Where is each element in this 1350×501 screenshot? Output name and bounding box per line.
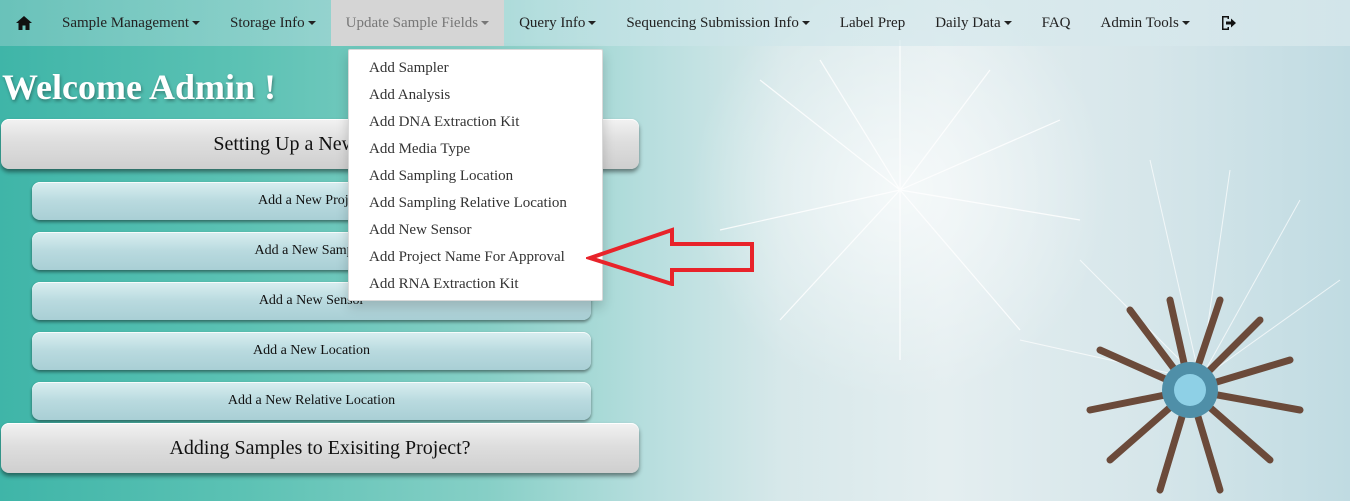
nav-query-info[interactable]: Query Info — [504, 0, 611, 46]
nav-storage-info-label: Storage Info — [230, 14, 305, 31]
chevron-down-icon — [307, 21, 316, 25]
welcome-heading: Welcome Admin ! — [2, 67, 276, 107]
logout-icon — [1221, 16, 1236, 30]
chevron-down-icon — [192, 21, 201, 25]
nav-sequencing-submission-info[interactable]: Sequencing Submission Info — [611, 0, 825, 46]
add-new-location-button[interactable]: Add a New Location — [32, 332, 591, 370]
red-arrow-annotation — [586, 227, 754, 286]
dropdown-item-add-project-name-for-approval[interactable]: Add Project Name For Approval — [349, 244, 602, 271]
dropdown-item-add-sampling-relative-location[interactable]: Add Sampling Relative Location — [349, 190, 602, 217]
chevron-down-icon — [1003, 21, 1012, 25]
add-new-relative-location-button[interactable]: Add a New Relative Location — [32, 382, 591, 420]
nav-daily-data-label: Daily Data — [935, 14, 1001, 31]
nav-faq[interactable]: FAQ — [1027, 0, 1086, 46]
dropdown-item-add-media-type[interactable]: Add Media Type — [349, 136, 602, 163]
nav-update-sample-fields-label: Update Sample Fields — [345, 14, 479, 31]
nav-update-sample-fields[interactable]: Update Sample Fields — [330, 0, 505, 46]
chevron-down-icon — [588, 21, 597, 25]
chevron-down-icon — [1181, 21, 1190, 25]
top-navbar: Sample Management Storage Info Update Sa… — [0, 0, 1350, 46]
update-sample-fields-dropdown: Add Sampler Add Analysis Add DNA Extract… — [348, 49, 603, 301]
nav-logout[interactable] — [1205, 0, 1252, 46]
nav-admin-tools-label: Admin Tools — [1100, 14, 1179, 31]
dropdown-item-add-rna-extraction-kit[interactable]: Add RNA Extraction Kit — [349, 271, 602, 298]
nav-sample-management-label: Sample Management — [62, 14, 190, 31]
add-samples-existing-project-button[interactable]: Adding Samples to Exisiting Project? — [1, 423, 639, 473]
nav-daily-data[interactable]: Daily Data — [920, 0, 1026, 46]
dropdown-item-add-sampler[interactable]: Add Sampler — [349, 55, 602, 82]
nav-label-prep[interactable]: Label Prep — [825, 0, 920, 46]
nav-label-prep-label: Label Prep — [839, 14, 906, 31]
chevron-down-icon — [481, 21, 490, 25]
home-icon — [16, 16, 32, 30]
nav-faq-label: FAQ — [1041, 14, 1071, 31]
nav-query-info-label: Query Info — [519, 14, 586, 31]
chevron-down-icon — [801, 21, 810, 25]
dropdown-item-add-analysis[interactable]: Add Analysis — [349, 82, 602, 109]
nav-admin-tools[interactable]: Admin Tools — [1086, 0, 1205, 46]
nav-home[interactable] — [0, 0, 47, 46]
dropdown-item-add-new-sensor[interactable]: Add New Sensor — [349, 217, 602, 244]
dropdown-item-add-dna-extraction-kit[interactable]: Add DNA Extraction Kit — [349, 109, 602, 136]
nav-storage-info[interactable]: Storage Info — [215, 0, 331, 46]
nav-sequencing-submission-info-label: Sequencing Submission Info — [626, 14, 799, 31]
dropdown-item-add-sampling-location[interactable]: Add Sampling Location — [349, 163, 602, 190]
nav-sample-management[interactable]: Sample Management — [47, 0, 215, 46]
